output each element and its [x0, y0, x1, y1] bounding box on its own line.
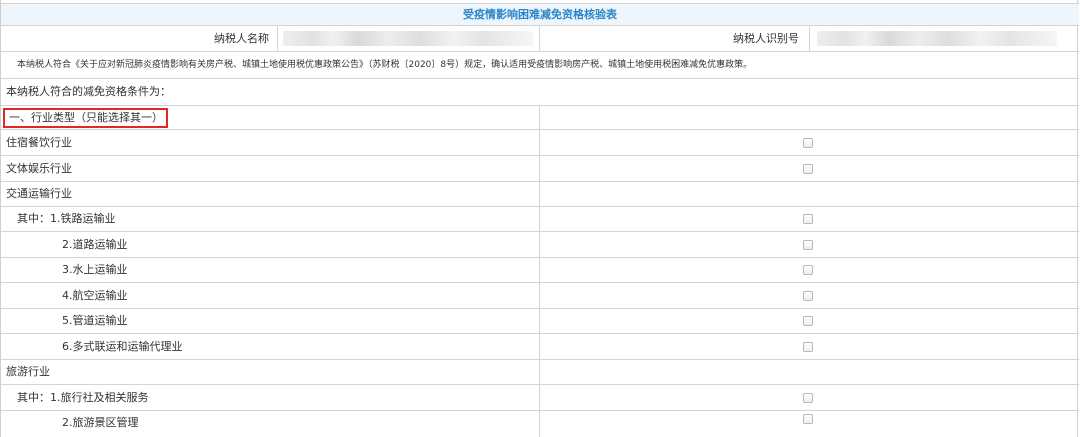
item-label: 5.管道运输业: [62, 314, 128, 327]
item-label: 2.旅游景区管理: [62, 416, 139, 429]
item-label: 住宿餐饮行业: [6, 136, 72, 149]
notice-row: 本纳税人符合《关于应对新冠肺炎疫情影响有关房产税、城镇土地使用税优惠政策公告》（…: [1, 52, 1079, 79]
item-label: 其中：1.铁路运输业: [17, 212, 116, 225]
scenic-area-checkbox[interactable]: [803, 414, 813, 424]
list-item: 交通运输行业: [1, 182, 1079, 207]
list-item: 文体娱乐行业: [1, 156, 1079, 182]
item-label: 旅游行业: [6, 365, 50, 378]
item-label: 交通运输行业: [6, 187, 72, 200]
railway-transport-checkbox[interactable]: [803, 214, 813, 224]
air-transport-checkbox[interactable]: [803, 291, 813, 301]
qualification-form: 受疫情影响困难减免资格核验表 纳税人名称 纳税人识别号 本纳税人符合《关于应对新…: [0, 0, 1079, 437]
culture-sports-checkbox[interactable]: [803, 164, 813, 174]
taxpayer-info-row: 纳税人名称 纳税人识别号: [1, 26, 1079, 52]
list-item: 6.多式联运和运输代理业: [1, 334, 1079, 360]
form-title-row: 受疫情影响困难减免资格核验表: [1, 3, 1079, 26]
conditions-intro: 本纳税人符合的减免资格条件为：: [6, 85, 171, 98]
list-item: 住宿餐饮行业: [1, 130, 1079, 156]
item-label: 3.水上运输业: [62, 263, 128, 276]
list-item: 5.管道运输业: [1, 309, 1079, 334]
highlight-box: [3, 108, 168, 128]
item-label: 2.道路运输业: [62, 238, 128, 251]
list-item: 其中：1.铁路运输业: [1, 207, 1079, 232]
taxpayer-name-label: 纳税人名称: [214, 32, 269, 45]
taxpayer-id-label: 纳税人识别号: [733, 32, 799, 45]
water-transport-checkbox[interactable]: [803, 265, 813, 275]
list-item: 2.道路运输业: [1, 232, 1079, 258]
taxpayer-name-field[interactable]: [283, 31, 533, 46]
item-label: 文体娱乐行业: [6, 162, 72, 175]
multimodal-agency-checkbox[interactable]: [803, 342, 813, 352]
travel-agency-checkbox[interactable]: [803, 393, 813, 403]
list-item: 其中：1.旅行社及相关服务: [1, 385, 1079, 411]
item-label: 4.航空运输业: [62, 289, 128, 302]
item-label: 6.多式联运和运输代理业: [62, 340, 183, 353]
conditions-intro-row: 本纳税人符合的减免资格条件为：: [1, 79, 1079, 106]
list-item: 4.航空运输业: [1, 283, 1079, 309]
taxpayer-id-field[interactable]: [817, 31, 1057, 46]
pipeline-transport-checkbox[interactable]: [803, 316, 813, 326]
list-item: 2.旅游景区管理: [1, 411, 1079, 437]
item-label: 其中：1.旅行社及相关服务: [17, 391, 149, 404]
form-title: 受疫情影响困难减免资格核验表: [463, 8, 617, 21]
list-item: 旅游行业: [1, 360, 1079, 385]
list-item: 3.水上运输业: [1, 258, 1079, 283]
policy-notice: 本纳税人符合《关于应对新冠肺炎疫情影响有关房产税、城镇土地使用税优惠政策公告》（…: [17, 60, 753, 70]
road-transport-checkbox[interactable]: [803, 240, 813, 250]
lodging-catering-checkbox[interactable]: [803, 138, 813, 148]
